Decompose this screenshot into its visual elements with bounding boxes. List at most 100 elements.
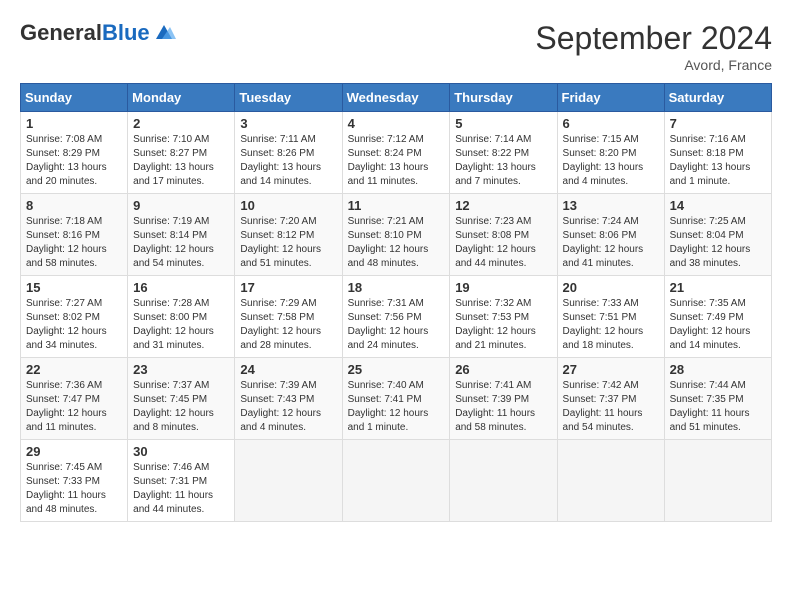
calendar-cell xyxy=(664,440,771,522)
day-detail: Sunrise: 7:23 AMSunset: 8:08 PMDaylight:… xyxy=(455,216,536,269)
logo-icon xyxy=(152,21,176,45)
calendar-week-4: 22 Sunrise: 7:36 AMSunset: 7:47 PMDayligh… xyxy=(21,358,772,440)
calendar-cell: 24 Sunrise: 7:39 AMSunset: 7:43 PMDayligh… xyxy=(235,358,342,440)
day-number: 4 xyxy=(348,116,445,131)
day-detail: Sunrise: 7:45 AMSunset: 7:33 PMDaylight:… xyxy=(26,462,106,515)
calendar-cell: 15Sunrise: 7:27 AMSunset: 8:02 PMDayligh… xyxy=(21,276,128,358)
day-detail: Sunrise: 7:12 AMSunset: 8:24 PMDaylight:… xyxy=(348,134,429,187)
calendar-cell: 8 Sunrise: 7:18 AMSunset: 8:16 PMDaylight… xyxy=(21,194,128,276)
calendar-cell: 20Sunrise: 7:33 AMSunset: 7:51 PMDayligh… xyxy=(557,276,664,358)
calendar-cell: 22 Sunrise: 7:36 AMSunset: 7:47 PMDayligh… xyxy=(21,358,128,440)
logo-general-text: General xyxy=(20,20,102,46)
day-detail: Sunrise: 7:29 AMSunset: 7:58 PMDaylight:… xyxy=(240,298,321,351)
calendar-cell: 28 Sunrise: 7:44 AMSunset: 7:35 PMDayligh… xyxy=(664,358,771,440)
calendar-cell: 7 Sunrise: 7:16 AMSunset: 8:18 PMDaylight… xyxy=(664,112,771,194)
day-detail: Sunrise: 7:44 AMSunset: 7:35 PMDaylight:… xyxy=(670,380,750,433)
logo-blue-text: Blue xyxy=(102,20,150,46)
day-detail: Sunrise: 7:24 AMSunset: 8:06 PMDaylight:… xyxy=(563,216,644,269)
day-detail: Sunrise: 7:18 AMSunset: 8:16 PMDaylight:… xyxy=(26,216,107,269)
calendar-cell: 13 Sunrise: 7:24 AMSunset: 8:06 PMDayligh… xyxy=(557,194,664,276)
calendar-cell xyxy=(342,440,450,522)
calendar-cell: 10 Sunrise: 7:20 AMSunset: 8:12 PMDayligh… xyxy=(235,194,342,276)
day-header-monday: Monday xyxy=(128,84,235,112)
calendar-table: SundayMondayTuesdayWednesdayThursdayFrid… xyxy=(20,83,772,522)
day-detail: Sunrise: 7:20 AMSunset: 8:12 PMDaylight:… xyxy=(240,216,321,269)
day-number: 19 xyxy=(455,280,551,295)
month-title: September 2024 xyxy=(535,20,772,57)
day-number: 8 xyxy=(26,198,122,213)
day-number: 21 xyxy=(670,280,766,295)
title-section: September 2024 Avord, France xyxy=(535,20,772,73)
day-detail: Sunrise: 7:32 AMSunset: 7:53 PMDaylight:… xyxy=(455,298,536,351)
day-header-thursday: Thursday xyxy=(450,84,557,112)
day-number: 27 xyxy=(563,362,659,377)
day-header-friday: Friday xyxy=(557,84,664,112)
day-detail: Sunrise: 7:28 AMSunset: 8:00 PMDaylight:… xyxy=(133,298,214,351)
day-number: 30 xyxy=(133,444,229,459)
calendar-cell: 6 Sunrise: 7:15 AMSunset: 8:20 PMDaylight… xyxy=(557,112,664,194)
day-header-wednesday: Wednesday xyxy=(342,84,450,112)
calendar-cell: 2 Sunrise: 7:10 AMSunset: 8:27 PMDaylight… xyxy=(128,112,235,194)
day-number: 15 xyxy=(26,280,122,295)
calendar-cell xyxy=(235,440,342,522)
day-number: 2 xyxy=(133,116,229,131)
day-detail: Sunrise: 7:42 AMSunset: 7:37 PMDaylight:… xyxy=(563,380,643,433)
calendar-cell: 18Sunrise: 7:31 AMSunset: 7:56 PMDayligh… xyxy=(342,276,450,358)
day-number: 28 xyxy=(670,362,766,377)
calendar-cell: 9Sunrise: 7:19 AMSunset: 8:14 PMDaylight… xyxy=(128,194,235,276)
calendar-cell: 26 Sunrise: 7:41 AMSunset: 7:39 PMDayligh… xyxy=(450,358,557,440)
day-detail: Sunrise: 7:39 AMSunset: 7:43 PMDaylight:… xyxy=(240,380,321,433)
day-number: 25 xyxy=(348,362,445,377)
calendar-cell: 14Sunrise: 7:25 AMSunset: 8:04 PMDayligh… xyxy=(664,194,771,276)
page-header: GeneralBlue September 2024 Avord, France xyxy=(20,20,772,73)
calendar-cell: 17 Sunrise: 7:29 AMSunset: 7:58 PMDayligh… xyxy=(235,276,342,358)
calendar-cell: 5 Sunrise: 7:14 AMSunset: 8:22 PMDaylight… xyxy=(450,112,557,194)
day-detail: Sunrise: 7:19 AMSunset: 8:14 PMDaylight:… xyxy=(133,216,214,269)
day-detail: Sunrise: 7:36 AMSunset: 7:47 PMDaylight:… xyxy=(26,380,107,433)
day-number: 16 xyxy=(133,280,229,295)
day-number: 13 xyxy=(563,198,659,213)
day-detail: Sunrise: 7:46 AMSunset: 7:31 PMDaylight:… xyxy=(133,462,213,515)
day-detail: Sunrise: 7:21 AMSunset: 8:10 PMDaylight:… xyxy=(348,216,429,269)
day-number: 6 xyxy=(563,116,659,131)
day-header-tuesday: Tuesday xyxy=(235,84,342,112)
day-number: 22 xyxy=(26,362,122,377)
calendar-cell: 30 Sunrise: 7:46 AMSunset: 7:31 PMDayligh… xyxy=(128,440,235,522)
logo: GeneralBlue xyxy=(20,20,176,46)
day-number: 23 xyxy=(133,362,229,377)
day-number: 14 xyxy=(670,198,766,213)
day-number: 3 xyxy=(240,116,336,131)
day-detail: Sunrise: 7:11 AMSunset: 8:26 PMDaylight:… xyxy=(240,134,321,187)
calendar-cell xyxy=(557,440,664,522)
location: Avord, France xyxy=(535,57,772,73)
calendar-week-2: 8 Sunrise: 7:18 AMSunset: 8:16 PMDaylight… xyxy=(21,194,772,276)
calendar-cell xyxy=(450,440,557,522)
day-detail: Sunrise: 7:14 AMSunset: 8:22 PMDaylight:… xyxy=(455,134,536,187)
calendar-cell: 29Sunrise: 7:45 AMSunset: 7:33 PMDayligh… xyxy=(21,440,128,522)
day-header-sunday: Sunday xyxy=(21,84,128,112)
day-number: 5 xyxy=(455,116,551,131)
day-number: 10 xyxy=(240,198,336,213)
day-header-saturday: Saturday xyxy=(664,84,771,112)
day-detail: Sunrise: 7:37 AMSunset: 7:45 PMDaylight:… xyxy=(133,380,214,433)
day-detail: Sunrise: 7:15 AMSunset: 8:20 PMDaylight:… xyxy=(563,134,644,187)
calendar-cell: 23 Sunrise: 7:37 AMSunset: 7:45 PMDayligh… xyxy=(128,358,235,440)
calendar-cell: 21Sunrise: 7:35 AMSunset: 7:49 PMDayligh… xyxy=(664,276,771,358)
calendar-header-row: SundayMondayTuesdayWednesdayThursdayFrid… xyxy=(21,84,772,112)
calendar-week-1: 1Sunrise: 7:08 AMSunset: 8:29 PMDaylight… xyxy=(21,112,772,194)
day-number: 24 xyxy=(240,362,336,377)
day-number: 7 xyxy=(670,116,766,131)
calendar-cell: 4 Sunrise: 7:12 AMSunset: 8:24 PMDaylight… xyxy=(342,112,450,194)
calendar-week-5: 29Sunrise: 7:45 AMSunset: 7:33 PMDayligh… xyxy=(21,440,772,522)
day-number: 12 xyxy=(455,198,551,213)
day-detail: Sunrise: 7:08 AMSunset: 8:29 PMDaylight:… xyxy=(26,134,107,187)
day-number: 20 xyxy=(563,280,659,295)
day-detail: Sunrise: 7:41 AMSunset: 7:39 PMDaylight:… xyxy=(455,380,535,433)
day-detail: Sunrise: 7:16 AMSunset: 8:18 PMDaylight:… xyxy=(670,134,751,187)
calendar-cell: 11Sunrise: 7:21 AMSunset: 8:10 PMDayligh… xyxy=(342,194,450,276)
day-detail: Sunrise: 7:10 AMSunset: 8:27 PMDaylight:… xyxy=(133,134,214,187)
day-number: 17 xyxy=(240,280,336,295)
calendar-cell: 12 Sunrise: 7:23 AMSunset: 8:08 PMDayligh… xyxy=(450,194,557,276)
day-number: 26 xyxy=(455,362,551,377)
calendar-week-3: 15Sunrise: 7:27 AMSunset: 8:02 PMDayligh… xyxy=(21,276,772,358)
